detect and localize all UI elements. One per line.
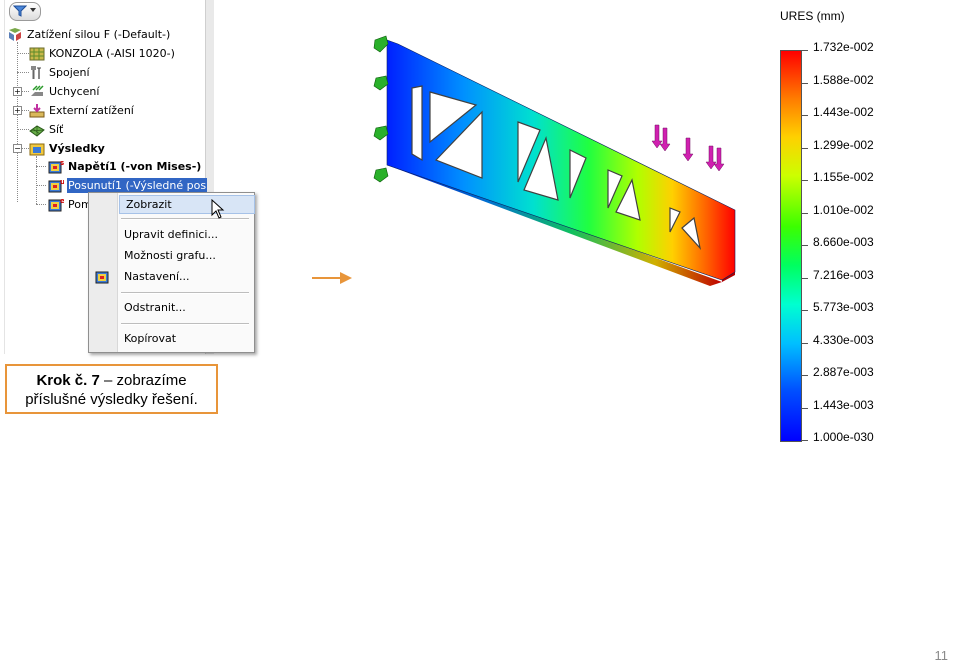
legend-value-label: 7.216e-003	[813, 267, 874, 282]
connection-icon	[29, 65, 45, 80]
strain-plot-icon: e	[48, 197, 65, 212]
mesh-icon	[29, 122, 45, 137]
tree-item-label: Spojení	[49, 66, 90, 79]
results-folder-icon	[29, 141, 45, 156]
material-part-icon	[29, 46, 45, 61]
tree-item-externi-zatizeni[interactable]: Externí zatížení	[29, 102, 135, 119]
legend-tick	[802, 82, 808, 84]
tree-item-label: Uchycení	[49, 85, 100, 98]
legend-tick	[802, 180, 808, 181]
menu-item-nastaveni[interactable]: Nastavení...	[118, 267, 258, 286]
menu-item-label: Nastavení...	[124, 270, 190, 283]
legend-value-label: 1.010e-002	[813, 202, 874, 217]
stress-plot-icon: s	[48, 159, 64, 174]
menu-item-zobrazit[interactable]: Zobrazit	[119, 195, 255, 214]
legend-title: URES (mm)	[780, 9, 845, 23]
menu-item-odstranit[interactable]: Odstranit...	[118, 298, 258, 317]
legend-tick	[802, 440, 808, 441]
legend-color-bar	[780, 50, 802, 442]
external-load-icon	[29, 103, 45, 118]
menu-item-label: Upravit definici...	[124, 228, 218, 241]
svg-text:u: u	[60, 178, 64, 186]
svg-text:s: s	[60, 159, 64, 167]
menu-item-label: Odstranit...	[124, 301, 186, 314]
legend-tick	[802, 212, 808, 214]
study-icon	[7, 27, 23, 42]
expand-uchyceni-toggle[interactable]: +	[13, 87, 22, 96]
tree-item-study[interactable]: Zatížení silou F (-Default-)	[7, 26, 171, 43]
legend-tick	[802, 245, 808, 246]
tree-item-label: Posunutí1 (-Výsledné pos	[67, 178, 208, 193]
legend-tick	[802, 277, 808, 279]
right-arrow-icon	[312, 272, 352, 284]
legend-tick	[802, 115, 808, 116]
tree-item-label: Externí zatížení	[49, 104, 134, 117]
tree-item-pomerne[interactable]: e Pom	[48, 196, 93, 213]
legend-tick	[802, 407, 808, 409]
legend-value-label: 1.443e-002	[813, 105, 874, 119]
tree-item-label: KONZOLA (-AISI 1020-)	[49, 47, 175, 60]
legend-value-label: 1.155e-002	[813, 170, 874, 184]
menu-item-label: Zobrazit	[126, 198, 172, 211]
legend-value-label: 2.887e-003	[813, 365, 874, 379]
svg-text:e: e	[60, 197, 64, 205]
legend-tick	[802, 342, 808, 344]
filter-button[interactable]	[9, 2, 41, 21]
legend-tick	[802, 310, 808, 311]
caption-step: Krok č. 7	[36, 372, 100, 389]
page-number: 11	[934, 648, 949, 663]
mouse-cursor-icon	[211, 199, 225, 219]
legend-value-label: 5.773e-003	[813, 300, 874, 314]
tree-item-spojeni[interactable]: Spojení	[29, 64, 91, 81]
legend-value-label: 1.299e-002	[813, 137, 874, 152]
chevron-down-icon	[30, 8, 36, 12]
filter-icon	[13, 5, 27, 17]
tree-item-label: Výsledky	[49, 142, 105, 155]
tree-item-part[interactable]: KONZOLA (-AISI 1020-)	[29, 45, 176, 62]
fixture-icon	[29, 84, 45, 99]
legend-value-label: 1.443e-003	[813, 397, 874, 412]
tree-item-label: Zatížení silou F (-Default-)	[27, 28, 171, 41]
tree-item-uchyceni[interactable]: Uchycení	[29, 83, 100, 100]
tree-item-label: Síť	[49, 123, 64, 136]
tree-item-label: Napětí1 (-von Mises-)	[68, 160, 202, 173]
menu-item-label: Kopírovat	[124, 332, 177, 345]
legend-value-label: 4.330e-003	[813, 332, 874, 347]
legend-tick	[802, 50, 808, 51]
tree-item-napeti1[interactable]: s Napětí1 (-von Mises-)	[48, 158, 202, 175]
legend-tick	[802, 147, 808, 149]
legend-tick	[802, 375, 808, 376]
menu-item-label: Možnosti grafu...	[124, 249, 216, 262]
expand-externi-zatizeni-toggle[interactable]: +	[13, 106, 22, 115]
legend-value-label: 1.588e-002	[813, 72, 874, 87]
legend-value-label: 1.732e-002	[813, 40, 874, 54]
tree-item-sit[interactable]: Síť	[29, 121, 64, 138]
context-menu: Zobrazit Upravit definici... Možnosti gr…	[88, 192, 255, 353]
legend-value-label: 8.660e-003	[813, 235, 874, 249]
collapse-vysledky-toggle[interactable]: −	[13, 144, 22, 153]
menu-item-upravit-definici[interactable]: Upravit definici...	[118, 225, 258, 244]
tree-item-vysledky[interactable]: Výsledky	[29, 140, 106, 157]
caption-text: – zobrazíme	[99, 372, 187, 389]
settings-plot-icon	[95, 269, 111, 285]
displacement-result-model	[373, 35, 736, 286]
menu-item-kopirovat[interactable]: Kopírovat	[118, 329, 258, 348]
legend-value-label: 1.000e-030	[813, 430, 874, 444]
menu-item-moznosti-grafu[interactable]: Možnosti grafu...	[118, 246, 258, 265]
displacement-plot-icon: u	[48, 178, 65, 193]
step-caption: Krok č. 7 – zobrazíme příslušné výsledky…	[5, 364, 218, 414]
caption-line2: příslušné výsledky řešení.	[25, 391, 198, 408]
